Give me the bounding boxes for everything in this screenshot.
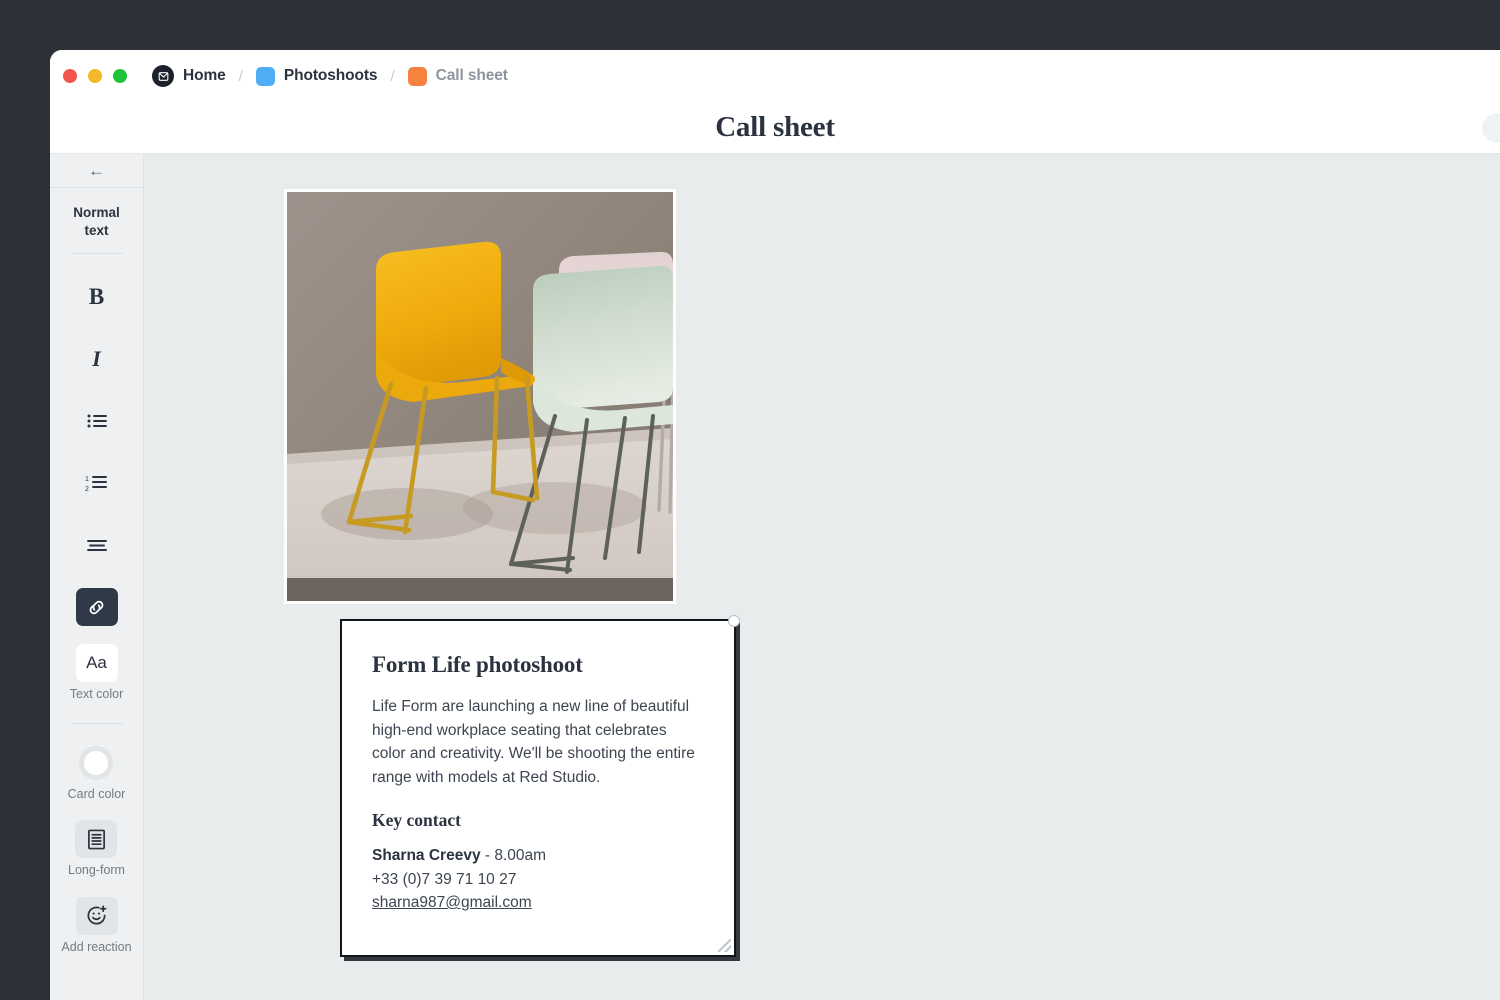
svg-text:1: 1 <box>85 476 89 483</box>
toolbar-back-row[interactable]: ← <box>50 154 143 188</box>
resize-handle-bottom-right[interactable] <box>718 939 731 952</box>
link-icon <box>75 588 118 627</box>
card-title: Form Life photoshoot <box>372 652 583 677</box>
card-color-button[interactable]: Card color <box>67 744 126 803</box>
document-canvas[interactable]: Form Life photoshoot Life Form are launc… <box>144 154 1500 1000</box>
bold-glyph: B <box>88 284 105 310</box>
long-form-button[interactable]: Long-form <box>68 820 125 879</box>
minimize-button[interactable] <box>88 69 102 83</box>
align-icon <box>76 526 118 564</box>
text-style-label-line1: Normal <box>73 205 120 220</box>
contact-email-link[interactable]: sharna987@gmail.com <box>372 891 704 915</box>
bold-icon: B <box>76 278 118 316</box>
text-color-button[interactable]: Aa Text color <box>69 644 124 703</box>
contact-block: Sharna Creevy - 8.00am +33 (0)7 39 71 10… <box>372 844 704 915</box>
contact-name: Sharna Creevy <box>372 847 481 864</box>
chairs-photo <box>287 192 673 601</box>
formatting-toolbar: ← Normal text B I 1 2 Aa Text color Card… <box>50 154 144 1000</box>
contact-heading: Key contact <box>372 810 461 830</box>
link-button[interactable] <box>75 588 118 627</box>
breadcrumb-separator-1: / <box>238 67 243 85</box>
italic-button[interactable]: I <box>76 340 118 378</box>
text-card[interactable]: Form Life photoshoot Life Form are launc… <box>340 615 740 957</box>
body-row: ← Normal text B I 1 2 Aa Text color Card… <box>50 154 1500 1000</box>
back-arrow-icon[interactable]: ← <box>88 162 105 179</box>
text-color-icon: Aa <box>75 644 118 683</box>
document-header: Call sheet <box>50 102 1500 154</box>
contact-name-row: Sharna Creevy - 8.00am <box>372 844 704 868</box>
breadcrumb-label-home: Home <box>183 67 226 84</box>
contact-phone: +33 (0)7 39 71 10 27 <box>372 870 517 888</box>
breadcrumb-label-photoshoots: Photoshoots <box>283 67 378 84</box>
photo-block[interactable] <box>284 189 676 604</box>
italic-glyph: I <box>92 346 101 372</box>
card-body-text: Life Form are launching a new line of be… <box>372 698 695 786</box>
add-reaction-button[interactable]: Add reaction <box>61 896 132 956</box>
text-style-selector[interactable]: Normal text <box>73 204 120 239</box>
orange-square-icon <box>407 66 427 86</box>
text-color-label: Text color <box>69 687 124 702</box>
svg-text:2: 2 <box>85 486 89 493</box>
bulleted-list-button[interactable] <box>76 402 118 440</box>
breadcrumb-separator-2: / <box>390 67 395 85</box>
italic-icon: I <box>76 340 118 378</box>
title-bar: Home / Photoshoots / Call sheet <box>50 50 1500 102</box>
app-window: Home / Photoshoots / Call sheet Call she… <box>50 50 1500 1000</box>
maximize-button[interactable] <box>113 69 127 83</box>
traffic-lights <box>63 69 127 83</box>
numbered-list-button[interactable]: 1 2 <box>76 464 118 502</box>
breadcrumb-item-home[interactable]: Home <box>150 63 228 89</box>
toolbar-divider-1 <box>70 253 123 255</box>
resize-handle-top-right[interactable] <box>728 615 740 627</box>
numbered-list-icon: 1 2 <box>76 464 118 502</box>
breadcrumb: Home / Photoshoots / Call sheet <box>150 63 510 89</box>
add-reaction-icon <box>75 896 118 935</box>
close-button[interactable] <box>63 69 77 83</box>
avatar[interactable] <box>1480 111 1500 145</box>
breadcrumb-item-photoshoots[interactable]: Photoshoots <box>254 65 380 88</box>
blue-square-icon <box>255 66 275 86</box>
home-mark-icon <box>152 65 174 87</box>
bulleted-list-icon <box>76 402 118 440</box>
align-button[interactable] <box>76 526 118 564</box>
long-form-label: Long-form <box>68 863 125 878</box>
add-reaction-label: Add reaction <box>61 939 132 954</box>
breadcrumb-item-call-sheet[interactable]: Call sheet <box>406 65 510 88</box>
toolbar-divider-2 <box>70 722 123 724</box>
bold-button[interactable]: B <box>76 278 118 316</box>
breadcrumb-label-call-sheet: Call sheet <box>435 67 508 84</box>
text-style-label-line2: text <box>84 222 109 238</box>
text-color-glyph: Aa <box>86 653 107 673</box>
page-title: Call sheet <box>715 111 835 143</box>
card-color-icon <box>75 744 117 782</box>
contact-time: - 8.00am <box>480 847 547 864</box>
long-form-icon <box>75 820 118 859</box>
card-color-label: Card color <box>67 786 126 801</box>
